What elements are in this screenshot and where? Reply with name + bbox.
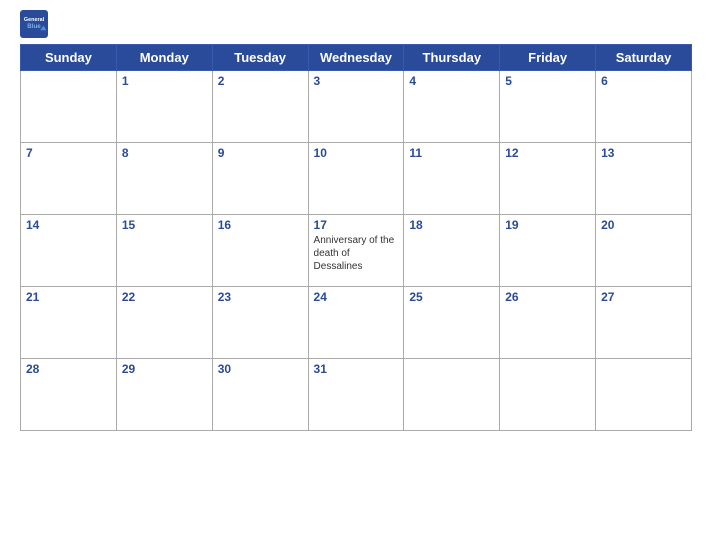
calendar-table: SundayMondayTuesdayWednesdayThursdayFrid… (20, 44, 692, 431)
calendar-cell: 3 (308, 71, 404, 143)
calendar-cell: 19 (500, 215, 596, 287)
calendar-cell: 13 (596, 143, 692, 215)
weekday-header-monday: Monday (116, 45, 212, 71)
calendar-cell (596, 359, 692, 431)
calendar-week-4: 21 22 23 24 25 26 27 (21, 287, 692, 359)
day-number: 29 (122, 362, 207, 376)
calendar-cell: 7 (21, 143, 117, 215)
day-number: 11 (409, 146, 494, 160)
weekday-header-tuesday: Tuesday (212, 45, 308, 71)
day-number: 18 (409, 218, 494, 232)
calendar-cell: 4 (404, 71, 500, 143)
day-number: 2 (218, 74, 303, 88)
calendar-week-2: 789 10 11 12 13 (21, 143, 692, 215)
day-number: 7 (26, 146, 111, 160)
calendar-cell: 5 (500, 71, 596, 143)
calendar-cell: 21 (21, 287, 117, 359)
calendar-week-5: 28 29 30 31 (21, 359, 692, 431)
calendar-cell: 16 (212, 215, 308, 287)
calendar-cell: 1 (116, 71, 212, 143)
day-number: 13 (601, 146, 686, 160)
day-number: 31 (314, 362, 399, 376)
calendar-cell: 31 (308, 359, 404, 431)
svg-text:General: General (24, 17, 45, 23)
calendar-cell: 25 (404, 287, 500, 359)
calendar-cell: 23 (212, 287, 308, 359)
day-number: 16 (218, 218, 303, 232)
calendar-cell: 9 (212, 143, 308, 215)
day-number: 19 (505, 218, 590, 232)
weekday-header-sunday: Sunday (21, 45, 117, 71)
calendar-cell: 29 (116, 359, 212, 431)
weekday-header-thursday: Thursday (404, 45, 500, 71)
day-number: 23 (218, 290, 303, 304)
calendar-cell: 14 (21, 215, 117, 287)
calendar-cell: 27 (596, 287, 692, 359)
calendar-cell: 15 (116, 215, 212, 287)
calendar-cell: 22 (116, 287, 212, 359)
calendar-week-1: 123456 (21, 71, 692, 143)
day-number: 4 (409, 74, 494, 88)
day-number: 24 (314, 290, 399, 304)
day-number: 12 (505, 146, 590, 160)
day-number: 6 (601, 74, 686, 88)
calendar-header: General Blue (20, 10, 692, 38)
day-number: 15 (122, 218, 207, 232)
svg-text:Blue: Blue (27, 23, 41, 30)
calendar-cell (21, 71, 117, 143)
day-number: 30 (218, 362, 303, 376)
day-number: 27 (601, 290, 686, 304)
calendar-cell: 26 (500, 287, 596, 359)
calendar-cell: 10 (308, 143, 404, 215)
day-number: 22 (122, 290, 207, 304)
calendar-cell: 28 (21, 359, 117, 431)
event-label: Anniversary of the death of Dessalines (314, 234, 399, 273)
logo: General Blue (20, 10, 48, 38)
weekday-header-wednesday: Wednesday (308, 45, 404, 71)
calendar-cell: 20 (596, 215, 692, 287)
calendar-cell: 30 (212, 359, 308, 431)
calendar-cell (404, 359, 500, 431)
day-number: 21 (26, 290, 111, 304)
weekday-header-row: SundayMondayTuesdayWednesdayThursdayFrid… (21, 45, 692, 71)
day-number: 25 (409, 290, 494, 304)
calendar-cell: 8 (116, 143, 212, 215)
calendar-cell: 11 (404, 143, 500, 215)
calendar-cell (500, 359, 596, 431)
day-number: 10 (314, 146, 399, 160)
day-number: 28 (26, 362, 111, 376)
day-number: 3 (314, 74, 399, 88)
day-number: 5 (505, 74, 590, 88)
calendar-cell: 6 (596, 71, 692, 143)
day-number: 26 (505, 290, 590, 304)
calendar-cell: 2 (212, 71, 308, 143)
calendar-cell: 24 (308, 287, 404, 359)
day-number: 1 (122, 74, 207, 88)
weekday-header-friday: Friday (500, 45, 596, 71)
calendar-week-3: 14 15 16 17 Anniversary of the death of Dess… (21, 215, 692, 287)
day-number: 8 (122, 146, 207, 160)
day-number: 14 (26, 218, 111, 232)
calendar-body: 1234567891011121314151617Anniversary of … (21, 71, 692, 431)
calendar-cell: 12 (500, 143, 596, 215)
day-number: 17 (314, 218, 399, 232)
day-number: 9 (218, 146, 303, 160)
weekday-header-saturday: Saturday (596, 45, 692, 71)
logo-icon: General Blue (20, 10, 48, 38)
calendar-cell: 17 Anniversary of the death of Dessalines (308, 215, 404, 287)
day-number: 20 (601, 218, 686, 232)
calendar-cell: 18 (404, 215, 500, 287)
